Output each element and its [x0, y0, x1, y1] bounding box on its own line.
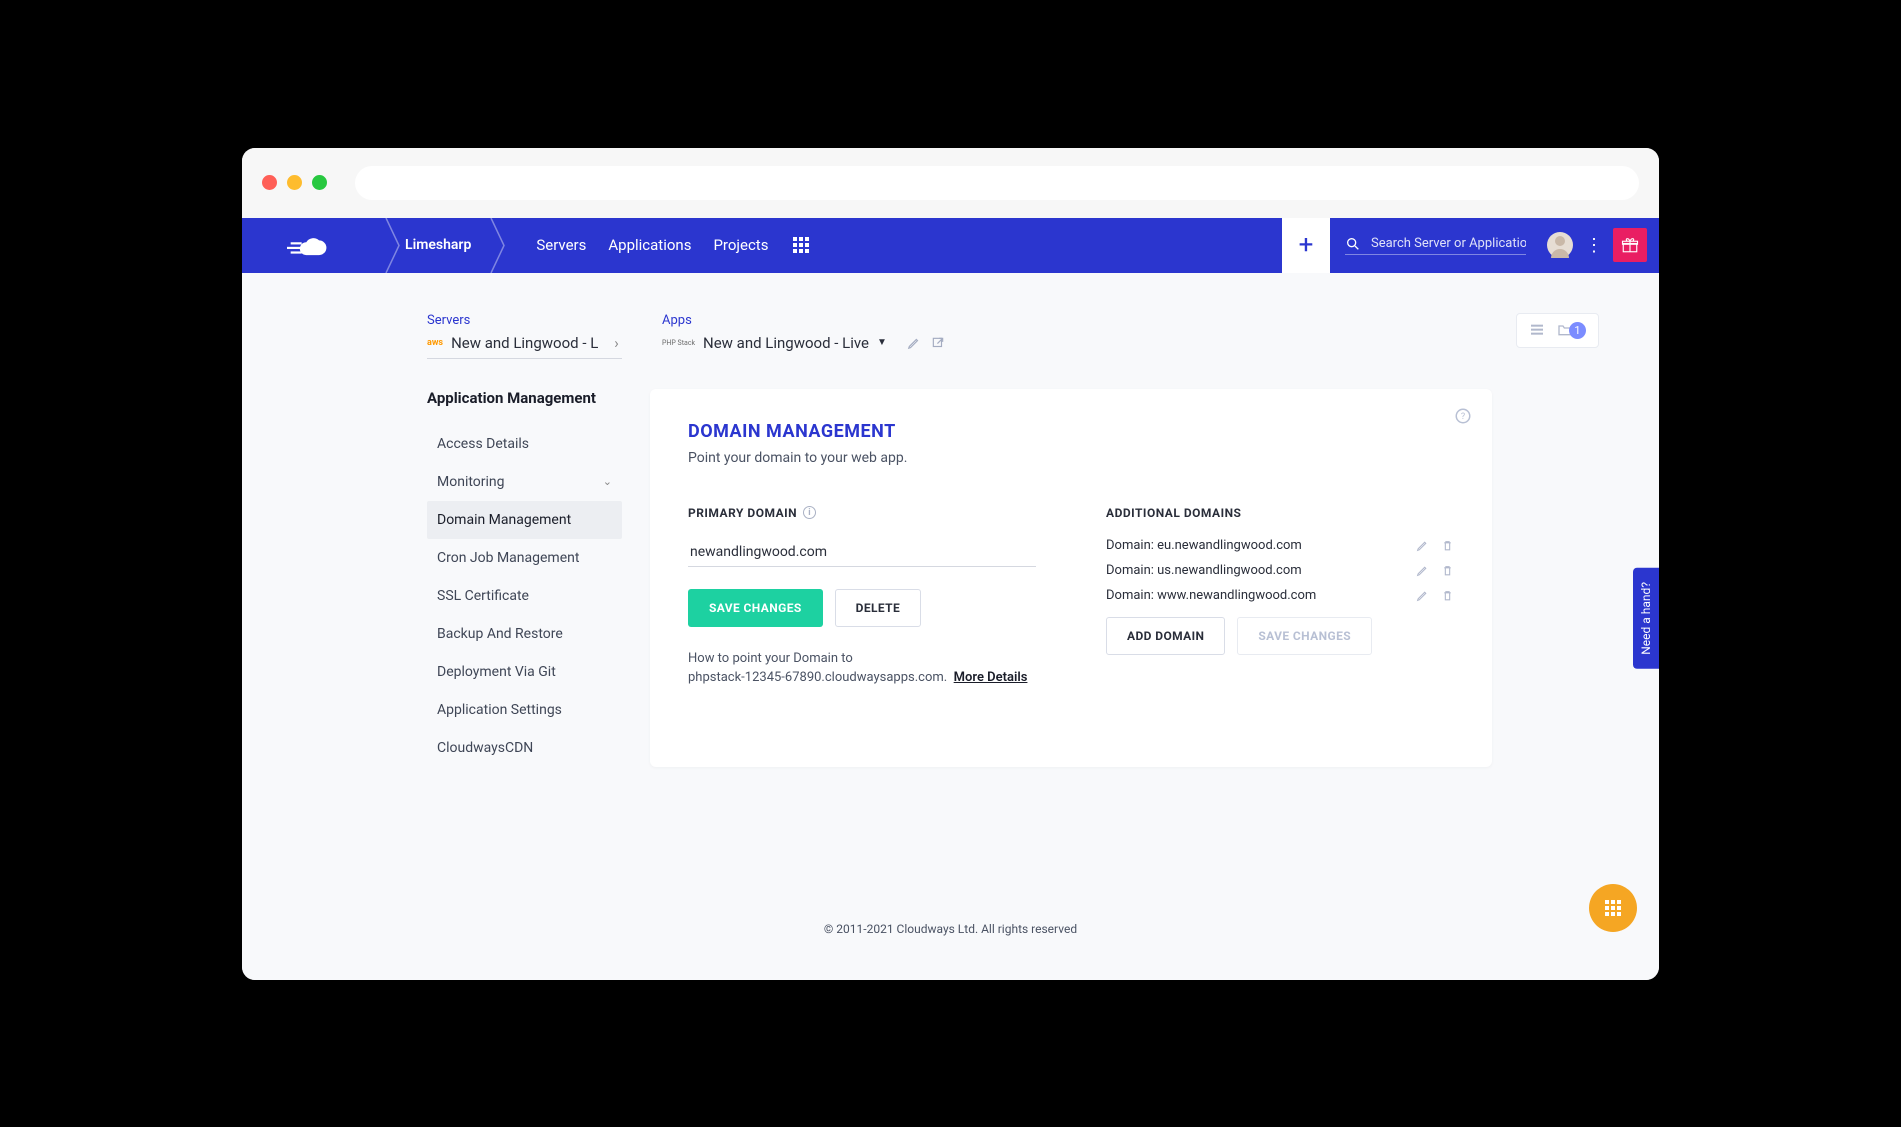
sidebar-item-deployment[interactable]: Deployment Via Git: [427, 653, 622, 691]
primary-domain-section: PRIMARY DOMAIN i SAVE CHANGES DELETE How…: [688, 506, 1036, 688]
pencil-icon[interactable]: [1416, 539, 1429, 552]
logo[interactable]: [242, 230, 387, 260]
apps-crumb-label: Apps: [662, 313, 945, 328]
browser-chrome: [242, 148, 1659, 218]
save-changes-button[interactable]: SAVE CHANGES: [688, 589, 823, 627]
window-minimize-icon[interactable]: [287, 175, 302, 190]
gift-button[interactable]: [1613, 228, 1647, 262]
trash-icon[interactable]: [1441, 564, 1454, 577]
sidebar-item-ssl[interactable]: SSL Certificate: [427, 577, 622, 615]
browser-frame: Limesharp Servers Applications Projects …: [242, 148, 1659, 980]
sidebar-item-app-settings[interactable]: Application Settings: [427, 691, 622, 729]
sidebar-item-cdn[interactable]: CloudwaysCDN: [427, 729, 622, 767]
additional-domains-label: ADDITIONAL DOMAINS: [1106, 506, 1454, 520]
apps-grid-icon: [1605, 900, 1621, 916]
app-name: New and Lingwood - Live: [703, 334, 869, 352]
sidebar-item-domain-management[interactable]: Domain Management: [427, 501, 622, 539]
sidebar-title: Application Management: [427, 389, 622, 407]
external-link-icon[interactable]: [931, 336, 945, 350]
footer: © 2011-2021 Cloudways Ltd. All rights re…: [242, 907, 1659, 951]
fab-button[interactable]: [1589, 884, 1637, 932]
domain-row: Domain: eu.newandlingwood.com: [1106, 538, 1454, 553]
need-a-hand-tab[interactable]: Need a hand?: [1633, 568, 1659, 669]
window-close-icon[interactable]: [262, 175, 277, 190]
apps-grid-icon[interactable]: [793, 237, 809, 253]
sidebar: Application Management Access Details Mo…: [427, 389, 622, 767]
domain-value: us.newandlingwood.com: [1157, 563, 1302, 578]
url-bar[interactable]: [355, 166, 1639, 200]
nav-applications[interactable]: Applications: [608, 236, 691, 254]
info-icon[interactable]: i: [803, 506, 816, 519]
svg-text:?: ?: [1461, 412, 1465, 422]
pencil-icon[interactable]: [1416, 564, 1429, 577]
help-text: How to point your Domain to phpstack-123…: [688, 649, 1036, 688]
apps-crumb-value[interactable]: PHP Stack New and Lingwood - Live ▼: [662, 334, 945, 358]
topbar-right: + ⋮: [1282, 218, 1659, 273]
server-name: New and Lingwood - L: [451, 334, 598, 352]
sidebar-item-backup[interactable]: Backup And Restore: [427, 615, 622, 653]
primary-domain-input[interactable]: [688, 538, 1036, 567]
domain-row: Domain: www.newandlingwood.com: [1106, 588, 1454, 603]
additional-domains-section: ADDITIONAL DOMAINS Domain: eu.newandling…: [1106, 506, 1454, 688]
gift-icon: [1621, 236, 1639, 254]
cloudways-logo-icon: [287, 230, 342, 260]
primary-domain-label: PRIMARY DOMAIN i: [688, 506, 1036, 520]
topbar: Limesharp Servers Applications Projects …: [242, 218, 1659, 273]
nav-servers[interactable]: Servers: [536, 236, 586, 254]
window-maximize-icon[interactable]: [312, 175, 327, 190]
search-icon: [1345, 236, 1361, 252]
pencil-icon[interactable]: [1416, 589, 1429, 602]
caret-down-icon: ▼: [877, 337, 887, 348]
main-card: ? DOMAIN MANAGEMENT Point your domain to…: [650, 389, 1492, 767]
avatar-icon: [1547, 232, 1573, 258]
help-icon[interactable]: ?: [1454, 407, 1472, 425]
avatar[interactable]: [1547, 232, 1573, 258]
card-subtitle: Point your domain to your web app.: [688, 450, 1454, 466]
folder-count-badge: 1: [1569, 322, 1586, 339]
servers-crumb-label: Servers: [427, 313, 622, 328]
trash-icon[interactable]: [1441, 539, 1454, 552]
kebab-menu-icon[interactable]: ⋮: [1585, 235, 1603, 256]
pencil-icon[interactable]: [907, 336, 921, 350]
sidebar-item-label: Monitoring: [437, 474, 505, 490]
aws-icon: aws: [427, 338, 443, 348]
add-domain-button[interactable]: ADD DOMAIN: [1106, 617, 1225, 655]
trash-icon[interactable]: [1441, 589, 1454, 602]
sidebar-item-access-details[interactable]: Access Details: [427, 425, 622, 463]
servers-crumb-value[interactable]: aws New and Lingwood - L ›: [427, 334, 622, 359]
chevron-right-icon: ›: [614, 334, 619, 352]
chevron-down-icon: ⌄: [603, 475, 612, 488]
php-stack-icon: PHP Stack: [662, 339, 695, 347]
content: Servers aws New and Lingwood - L › Apps …: [242, 273, 1659, 980]
card-title: DOMAIN MANAGEMENT: [688, 421, 1454, 442]
list-view-icon[interactable]: [1529, 322, 1545, 338]
domain-value: eu.newandlingwood.com: [1157, 538, 1302, 553]
add-button[interactable]: +: [1282, 218, 1330, 273]
nav-projects[interactable]: Projects: [713, 236, 768, 254]
search-input[interactable]: [1371, 236, 1526, 251]
search-wrap: [1345, 236, 1526, 255]
more-details-link[interactable]: More Details: [954, 670, 1028, 685]
nav-links: Servers Applications Projects: [536, 236, 768, 254]
domain-value: www.newandlingwood.com: [1157, 588, 1316, 603]
breadcrumb-org[interactable]: Limesharp: [387, 218, 506, 273]
view-toggle-box: 1: [1516, 313, 1599, 348]
breadcrumb-row: Servers aws New and Lingwood - L › Apps …: [427, 313, 1599, 359]
sidebar-item-monitoring[interactable]: Monitoring ⌄: [427, 463, 622, 501]
domain-row: Domain: us.newandlingwood.com: [1106, 563, 1454, 578]
breadcrumb-separator-icon: [490, 218, 506, 273]
delete-button[interactable]: DELETE: [835, 589, 922, 627]
sidebar-item-cron-job[interactable]: Cron Job Management: [427, 539, 622, 577]
save-changes-secondary-button: SAVE CHANGES: [1237, 617, 1372, 655]
